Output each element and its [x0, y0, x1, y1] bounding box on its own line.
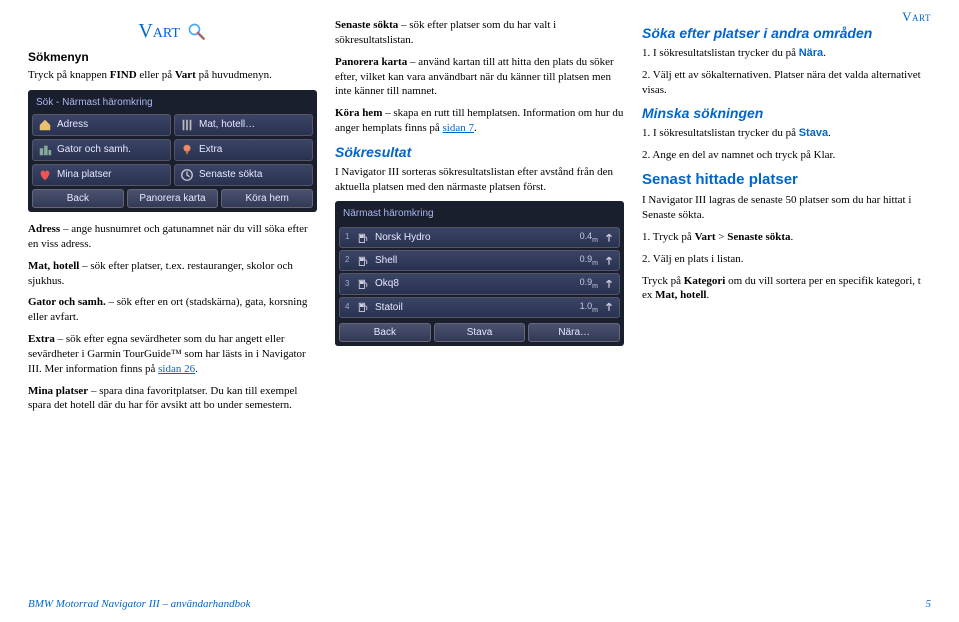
buildings-icon	[38, 143, 52, 157]
link-sidan-26[interactable]: sidan 26	[158, 363, 195, 375]
para-kora-hem: Köra hem – skapa en rutt till hemplatsen…	[335, 106, 624, 136]
btn-senaste-sokta[interactable]: Senaste sökta	[174, 164, 313, 186]
result-index: 4	[345, 302, 351, 313]
btn-back[interactable]: Back	[32, 189, 124, 209]
arrow-icon	[604, 233, 614, 243]
screenshot-title-2: Närmast häromkring	[339, 205, 620, 225]
result-index: 3	[345, 279, 351, 290]
para-gator: Gator och samh. – sök efter en ort (stad…	[28, 295, 317, 325]
btn-extra[interactable]: Extra	[174, 139, 313, 161]
fuel-icon	[357, 232, 369, 244]
step-2-valj-plats: 2. Välj en plats i listan.	[642, 252, 931, 267]
step-1-vart-senaste: 1. Tryck på Vart > Senaste sökta.	[642, 230, 931, 245]
result-distance: 0.9m	[580, 276, 598, 291]
fuel-icon	[357, 255, 369, 267]
step-1-stava: 1. I sökresultatslistan trycker du på St…	[642, 126, 931, 141]
para-panorera: Panorera karta – använd kartan till att …	[335, 55, 624, 100]
step-2-valj: 2. Välj ett av sökalternativen. Platser …	[642, 68, 931, 98]
result-index: 1	[345, 232, 351, 243]
sokresultat-heading: Sökresultat	[335, 143, 624, 162]
btn-back-2[interactable]: Back	[339, 323, 431, 343]
result-index: 2	[345, 255, 351, 266]
section-header-row: Vart	[28, 18, 317, 45]
fuel-icon	[357, 278, 369, 290]
house-icon	[38, 118, 52, 132]
column-2: Senaste sökta – sök efter platser som du…	[335, 18, 624, 578]
footer-title: BMW Motorrad Navigator III – användarhan…	[28, 597, 251, 612]
sokresultat-body: I Navigator III sorteras sökresultatslis…	[335, 165, 624, 195]
para-kategori: Tryck på Kategori om du vill sortera per…	[642, 274, 931, 304]
heart-icon	[38, 168, 52, 182]
cutlery-icon	[180, 118, 194, 132]
btn-gator[interactable]: Gator och samh.	[32, 139, 171, 161]
btn-mina-platser[interactable]: Mina platser	[32, 164, 171, 186]
result-distance: 1.0m	[580, 300, 598, 315]
result-name: Norsk Hydro	[375, 231, 574, 245]
fuel-icon	[357, 301, 369, 313]
senast-body: I Navigator III lagras de senaste 50 pla…	[642, 193, 931, 223]
page-number: 5	[926, 597, 932, 612]
result-row[interactable]: 3 Okq8 0.9m	[339, 273, 620, 294]
arrow-icon	[604, 302, 614, 312]
heading-minska: Minska sökningen	[642, 104, 931, 123]
running-header: Vart	[902, 8, 931, 26]
para-adress: Adress – ange husnumret och gatunamnet n…	[28, 222, 317, 252]
magnifier-icon	[187, 22, 207, 42]
btn-mat-hotell[interactable]: Mat, hotell…	[174, 114, 313, 136]
btn-panorera[interactable]: Panorera karta	[127, 189, 219, 209]
link-sidan-7[interactable]: sidan 7	[443, 122, 474, 134]
result-name: Shell	[375, 254, 574, 268]
column-1: Vart Sökmenyn Tryck på knappen FIND elle…	[28, 18, 317, 578]
section-heading: Vart	[138, 18, 180, 45]
btn-adress[interactable]: Adress	[32, 114, 171, 136]
screenshot-search-menu: Sök - Närmast häromkring Adress Mat, hot…	[28, 90, 317, 212]
result-row[interactable]: 4 Statoil 1.0m	[339, 297, 620, 318]
result-name: Okq8	[375, 277, 574, 291]
heading-other-areas: Söka efter platser i andra områden	[642, 24, 931, 43]
result-row[interactable]: 1 Norsk Hydro 0.4m	[339, 227, 620, 248]
para-extra: Extra – sök efter egna sevärdheter som d…	[28, 332, 317, 377]
column-3: Söka efter platser i andra områden 1. I …	[642, 18, 931, 578]
step-2-ange: 2. Ange en del av namnet och tryck på Kl…	[642, 148, 931, 163]
sokmenyn-intro: Tryck på knappen FIND eller på Vart på h…	[28, 68, 317, 83]
sokmenyn-heading: Sökmenyn	[28, 49, 317, 65]
clock-icon	[180, 168, 194, 182]
arrow-icon	[604, 256, 614, 266]
result-name: Statoil	[375, 301, 574, 315]
heading-senast-hittade: Senast hittade platser	[642, 170, 931, 190]
page-columns: Vart Sökmenyn Tryck på knappen FIND elle…	[28, 18, 931, 578]
step-1-nara: 1. I sökresultatslistan trycker du på Nä…	[642, 46, 931, 61]
screenshot-title: Sök - Närmast häromkring	[32, 94, 313, 114]
result-row[interactable]: 2 Shell 0.9m	[339, 250, 620, 271]
para-senaste: Senaste sökta – sök efter platser som du…	[335, 18, 624, 48]
para-mat: Mat, hotell – sök efter platser, t.ex. r…	[28, 259, 317, 289]
btn-stava[interactable]: Stava	[434, 323, 526, 343]
result-distance: 0.4m	[580, 230, 598, 245]
screenshot-results: Närmast häromkring 1 Norsk Hydro 0.4m 2 Shel…	[335, 201, 624, 346]
result-distance: 0.9m	[580, 253, 598, 268]
balloon-icon	[180, 143, 194, 157]
arrow-icon	[604, 279, 614, 289]
para-mina: Mina platser – spara dina favoritplatser…	[28, 384, 317, 414]
btn-nara[interactable]: Nära…	[528, 323, 620, 343]
btn-kora-hem[interactable]: Köra hem	[221, 189, 313, 209]
footer: BMW Motorrad Navigator III – användarhan…	[28, 597, 931, 612]
